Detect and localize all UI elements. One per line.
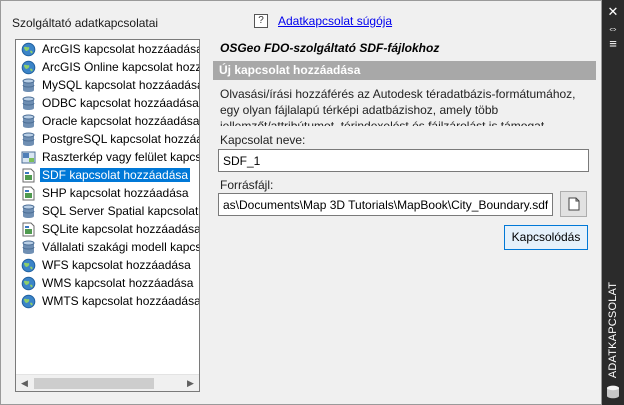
palette-title-text: ADATKAPCSOLAT bbox=[607, 281, 619, 379]
globe-icon bbox=[21, 294, 36, 309]
file-icon bbox=[21, 222, 36, 237]
source-file-label: Forrásfájl: bbox=[220, 178, 274, 192]
scroll-left-icon[interactable]: ◀ bbox=[16, 375, 33, 391]
provider-item[interactable]: SDF kapcsolat hozzáadása bbox=[16, 166, 199, 184]
menu-icon[interactable]: ≡ bbox=[605, 37, 621, 51]
provider-item[interactable]: ODBC kapcsolat hozzáadása bbox=[16, 94, 199, 112]
provider-title: OSGeo FDO-szolgáltató SDF-fájlokhoz bbox=[220, 41, 440, 55]
provider-item-label: SQL Server Spatial kapcsolat h bbox=[42, 204, 199, 218]
file-icon bbox=[21, 168, 36, 183]
provider-item[interactable]: MySQL kapcsolat hozzáadása bbox=[16, 76, 199, 94]
provider-list-title: Szolgáltató adatkapcsolatai bbox=[12, 16, 159, 30]
provider-item-label: ArcGIS Online kapcsolat hozzá bbox=[42, 60, 199, 74]
connect-button[interactable]: Kapcsolódás bbox=[504, 225, 588, 250]
provider-item-label: Oracle kapcsolat hozzáadása bbox=[42, 114, 199, 128]
source-file-input[interactable] bbox=[218, 193, 553, 216]
file-icon bbox=[21, 186, 36, 201]
provider-item-label: Raszterkép vagy felület kapcso bbox=[42, 150, 199, 164]
provider-item[interactable]: Oracle kapcsolat hozzáadása bbox=[16, 112, 199, 130]
globe-icon bbox=[21, 42, 36, 57]
provider-item[interactable]: Vállalati szakági modell kapcs bbox=[16, 238, 199, 256]
horizontal-scrollbar[interactable]: ◀ ▶ bbox=[16, 374, 199, 391]
close-icon[interactable]: ✕ bbox=[605, 5, 621, 19]
database-icon bbox=[21, 240, 36, 255]
database-icon bbox=[21, 204, 36, 219]
provider-item[interactable]: PostgreSQL kapcsolat hozzáad bbox=[16, 130, 199, 148]
palette-title: ADATKAPCSOLAT bbox=[602, 280, 624, 380]
help-link[interactable]: Adatkapcsolat súgója bbox=[278, 14, 392, 28]
raster-icon bbox=[21, 150, 36, 165]
provider-item-label: WMS kapcsolat hozzáadása bbox=[42, 276, 194, 290]
connection-name-input[interactable] bbox=[218, 149, 589, 172]
section-header: Új kapcsolat hozzáadása bbox=[213, 61, 596, 80]
globe-icon bbox=[21, 258, 36, 273]
provider-item[interactable]: WMS kapcsolat hozzáadása bbox=[16, 274, 199, 292]
provider-item-label: ArcGIS kapcsolat hozzáadása bbox=[42, 42, 199, 56]
provider-item[interactable]: WFS kapcsolat hozzáadása bbox=[16, 256, 199, 274]
provider-item-label: WFS kapcsolat hozzáadása bbox=[42, 258, 191, 272]
provider-item[interactable]: ArcGIS Online kapcsolat hozzá bbox=[16, 58, 199, 76]
help-icon[interactable]: ? bbox=[254, 14, 268, 28]
globe-icon bbox=[21, 60, 36, 75]
description-line: Olvasási/írási hozzáférés az Autodesk té… bbox=[220, 87, 576, 101]
pin-icon[interactable]: ⇔ bbox=[605, 22, 621, 36]
data-connect-panel: Szolgáltató adatkapcsolatai ? Adatkapcso… bbox=[0, 0, 602, 405]
database-icon bbox=[607, 385, 619, 399]
provider-item[interactable]: SQL Server Spatial kapcsolat h bbox=[16, 202, 199, 220]
database-icon bbox=[21, 114, 36, 129]
globe-icon bbox=[21, 276, 36, 291]
scrollbar-thumb[interactable] bbox=[34, 378, 154, 389]
provider-item-label: SDF kapcsolat hozzáadása bbox=[40, 168, 191, 182]
provider-item[interactable]: WMTS kapcsolat hozzáadása bbox=[16, 292, 199, 310]
provider-list-items: ArcGIS kapcsolat hozzáadása ArcGIS Online… bbox=[16, 40, 199, 373]
provider-item[interactable]: Raszterkép vagy felület kapcso bbox=[16, 148, 199, 166]
help-row: ? Adatkapcsolat súgója bbox=[254, 14, 392, 28]
provider-item-label: SQLite kapcsolat hozzáadása bbox=[42, 222, 199, 236]
scroll-right-icon[interactable]: ▶ bbox=[182, 375, 199, 391]
provider-list[interactable]: ArcGIS kapcsolat hozzáadása ArcGIS Online… bbox=[15, 39, 200, 392]
provider-description: Olvasási/írási hozzáférés az Autodesk té… bbox=[220, 86, 592, 126]
connection-name-label: Kapcsolat neve: bbox=[220, 133, 306, 147]
provider-item-label: MySQL kapcsolat hozzáadása bbox=[42, 78, 199, 92]
description-line: jellemzőt/attribútumot, térindexelést és… bbox=[220, 119, 548, 126]
provider-item-label: WMTS kapcsolat hozzáadása bbox=[42, 294, 199, 308]
provider-item[interactable]: SHP kapcsolat hozzáadása bbox=[16, 184, 199, 202]
database-icon bbox=[21, 78, 36, 93]
database-icon bbox=[21, 96, 36, 111]
palette-sidebar: ✕ ⇔ ≡ ADATKAPCSOLAT bbox=[602, 0, 624, 405]
description-line: egy olyan fájlalapú térképi adatbázishoz… bbox=[220, 103, 499, 117]
provider-item[interactable]: SQLite kapcsolat hozzáadása bbox=[16, 220, 199, 238]
document-icon bbox=[568, 197, 579, 211]
browse-file-button[interactable] bbox=[560, 191, 587, 217]
provider-item-label: SHP kapcsolat hozzáadása bbox=[42, 186, 189, 200]
provider-item-label: Vállalati szakági modell kapcs bbox=[42, 240, 199, 254]
provider-item[interactable]: ArcGIS kapcsolat hozzáadása bbox=[16, 40, 199, 58]
provider-item-label: PostgreSQL kapcsolat hozzáad bbox=[42, 132, 199, 146]
provider-item-label: ODBC kapcsolat hozzáadása bbox=[42, 96, 199, 110]
database-icon bbox=[21, 132, 36, 147]
